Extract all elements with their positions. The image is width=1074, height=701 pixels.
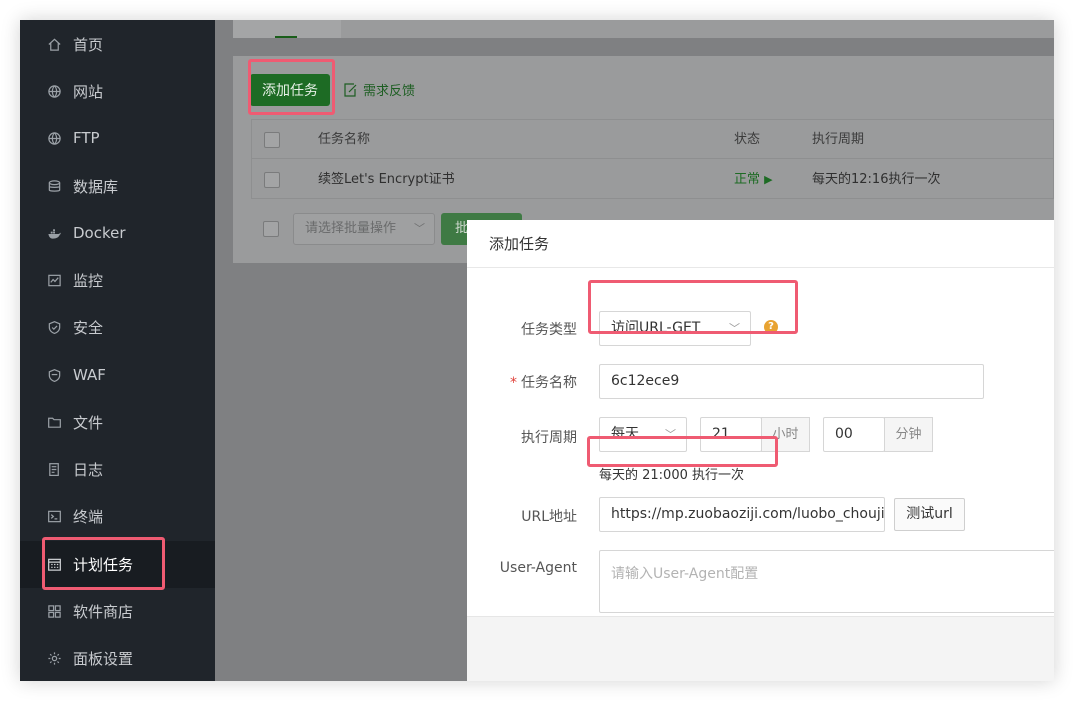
cycle-hint: 每天的 21:000 执行一次 (599, 468, 744, 483)
monitor-icon (46, 272, 62, 288)
dialog-footer (467, 616, 1054, 681)
log-icon (46, 461, 62, 477)
chevron-down-icon: ﹀ (665, 428, 676, 441)
task-table: 任务名称 状态 执行周期 续签Let's Encrypt证书 正常 ▶ 每天的1… (251, 119, 1054, 199)
sidebar-item-label: 计划任务 (73, 556, 134, 574)
globe-icon (46, 130, 62, 146)
status-text: 正常 (734, 172, 761, 187)
sidebar-item-label: 日志 (73, 460, 104, 479)
sidebar-item-label: WAF (73, 366, 106, 384)
sidebar-item-docker[interactable]: Docker (20, 211, 215, 255)
hour-input[interactable]: 21 (700, 417, 762, 452)
home-icon (46, 36, 62, 52)
cycle-label: 执行周期 (521, 430, 577, 446)
sidebar-item-files[interactable]: 文件 (20, 400, 215, 444)
minute-input[interactable]: 00 (823, 417, 885, 452)
edit-icon (344, 82, 357, 97)
cycle-period-select[interactable]: 每天 ﹀ (599, 417, 687, 452)
sidebar-item-waf[interactable]: WAF (20, 353, 215, 397)
add-task-dialog: 添加任务 任务类型 访问URL-GET ﹀ ? * 任务名称 6c12ece9 执… (467, 220, 1054, 681)
task-type-select[interactable]: 访问URL-GET ﹀ (599, 311, 751, 346)
tab-underline (275, 36, 297, 38)
url-input[interactable]: https://mp.zuobaoziji.com/luobo_choujian… (599, 497, 885, 532)
feedback-label: 需求反馈 (363, 84, 416, 99)
test-url-button[interactable]: 测试url (894, 498, 965, 531)
task-cycle-cell: 每天的12:16执行一次 (812, 172, 941, 187)
docker-icon (46, 225, 62, 241)
sidebar-item-label: 面板设置 (73, 649, 134, 668)
play-icon: ▶ (764, 173, 773, 186)
shield-icon (46, 319, 62, 335)
chevron-down-icon: ﹀ (729, 322, 740, 335)
table-header: 任务名称 状态 执行周期 (252, 120, 1054, 159)
tab-active[interactable] (233, 20, 341, 38)
sidebar-item-label: 软件商店 (73, 602, 134, 621)
feedback-link[interactable]: 需求反馈 (344, 80, 415, 99)
sidebar-item-label: 监控 (73, 271, 104, 290)
url-label: URL地址 (521, 509, 577, 525)
sidebar-item-home[interactable]: 首页 (20, 22, 215, 66)
help-icon[interactable]: ? (764, 320, 778, 334)
globe-icon (46, 83, 62, 99)
task-status-cell[interactable]: 正常 ▶ (734, 160, 773, 199)
waf-shield-icon (46, 367, 62, 383)
sidebar: 首页 网站 FTP 数据库 Docker 监控 安全 WAF 文件 日志 终端 … (20, 20, 215, 681)
cycle-period-value: 每天 (611, 426, 639, 442)
gear-icon (46, 650, 62, 666)
task-type-label: 任务类型 (521, 322, 577, 338)
sidebar-item-website[interactable]: 网站 (20, 69, 215, 113)
sidebar-item-label: 网站 (73, 82, 104, 101)
bulk-action-select[interactable]: 请选择批量操作 ﹀ (293, 213, 435, 245)
sidebar-item-store[interactable]: 软件商店 (20, 589, 215, 633)
column-header-status: 状态 (734, 132, 761, 147)
minute-unit-label: 分钟 (884, 417, 933, 452)
sidebar-item-label: 文件 (73, 413, 104, 432)
select-all-checkbox[interactable] (264, 132, 280, 148)
column-header-name: 任务名称 (318, 132, 371, 147)
task-name-label: * 任务名称 (427, 372, 577, 392)
user-agent-label: User-Agent (499, 560, 577, 576)
bulk-select-placeholder: 请选择批量操作 (305, 221, 397, 236)
sidebar-item-label: 终端 (73, 507, 104, 526)
row-checkbox[interactable] (264, 172, 280, 188)
app-window: 首页 网站 FTP 数据库 Docker 监控 安全 WAF 文件 日志 终端 … (20, 20, 1054, 681)
required-icon: * (510, 375, 517, 391)
folder-icon (46, 414, 62, 430)
sidebar-item-label: Docker (73, 224, 126, 242)
sidebar-item-label: 安全 (73, 318, 104, 337)
task-name-cell: 续签Let's Encrypt证书 (318, 172, 455, 187)
user-agent-textarea[interactable]: 请输入User-Agent配置 (599, 550, 1054, 613)
calendar-icon (46, 557, 62, 573)
grid-icon (46, 603, 62, 619)
sidebar-item-database[interactable]: 数据库 (20, 164, 215, 208)
sidebar-item-label: 数据库 (73, 177, 119, 196)
sidebar-item-settings[interactable]: 面板设置 (20, 636, 215, 680)
terminal-icon (46, 508, 62, 524)
sidebar-item-cron[interactable]: 计划任务 (20, 541, 215, 588)
sidebar-item-label: FTP (73, 129, 100, 147)
sidebar-item-security[interactable]: 安全 (20, 305, 215, 349)
dialog-title: 添加任务 (467, 220, 1054, 268)
task-name-input[interactable]: 6c12ece9 (599, 364, 984, 399)
sidebar-item-logs[interactable]: 日志 (20, 447, 215, 491)
column-header-cycle: 执行周期 (812, 132, 865, 147)
add-task-button[interactable]: 添加任务 (250, 74, 330, 106)
task-type-value: 访问URL-GET (611, 320, 701, 336)
sidebar-item-label: 首页 (73, 35, 104, 54)
task-name-label-text: 任务名称 (521, 375, 577, 391)
bulk-checkbox[interactable] (263, 221, 279, 237)
sidebar-item-terminal[interactable]: 终端 (20, 494, 215, 538)
sidebar-item-monitor[interactable]: 监控 (20, 258, 215, 302)
database-icon (46, 178, 62, 194)
table-row: 续签Let's Encrypt证书 正常 ▶ 每天的12:16执行一次 (252, 160, 1054, 199)
chevron-down-icon: ﹀ (414, 222, 425, 235)
hour-unit-label: 小时 (761, 417, 810, 452)
sidebar-item-ftp[interactable]: FTP (20, 116, 215, 160)
tab-bar (233, 20, 1054, 38)
